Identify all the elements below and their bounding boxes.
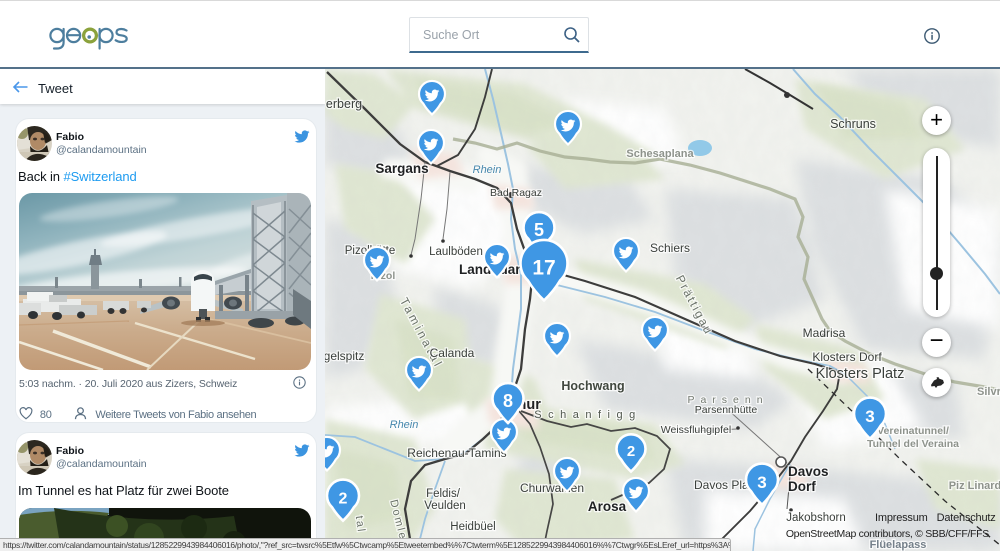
svg-text:Flüelapass: Flüelapass [870,539,927,551]
svg-text:Ringelspitz: Ringelspitz [325,349,364,363]
svg-text:Reichenau-Tamins: Reichenau-Tamins [407,446,506,460]
svg-text:Heidbüel: Heidbüel [450,521,495,533]
svg-text:Schesaplana: Schesaplana [626,148,694,160]
svg-text:Weissfluhgipfel: Weissfluhgipfel [661,424,731,436]
svg-text:Hochwang: Hochwang [561,379,624,393]
svg-text:Klosters Dorf: Klosters Dorf [812,350,882,364]
svg-text:8: 8 [503,391,513,411]
svg-text:Bad Ragaz: Bad Ragaz [490,187,542,199]
svg-text:Sargans: Sargans [375,161,428,176]
svg-text:5: 5 [534,220,544,240]
svg-text:2: 2 [339,491,348,508]
svg-text:Madrisa: Madrisa [803,326,846,340]
svg-text:Klosters Platz: Klosters Platz [816,366,905,382]
svg-text:Rhein: Rhein [473,164,502,176]
svg-text:Silvrett: Silvrett [977,386,1000,398]
svg-text:Schiers: Schiers [650,241,690,255]
svg-text:Piz Linard: Piz Linard [949,480,1000,492]
svg-text:3: 3 [865,407,874,426]
svg-text:Feldis/: Feldis/ [426,488,461,500]
svg-text:2: 2 [627,443,635,460]
svg-text:Calanda: Calanda [430,346,475,360]
svg-text:Jakobshorn: Jakobshorn [786,512,845,524]
svg-text:erberg: erberg [326,97,362,111]
svg-text:Laulböden: Laulböden [429,246,483,258]
svg-text:17: 17 [532,256,555,279]
svg-text:Schanfigg: Schanfigg [534,409,641,421]
svg-text:Tunnel del Veraina: Tunnel del Veraina [867,438,959,450]
svg-text:Davos: Davos [788,464,829,479]
svg-text:Parsennhütte: Parsennhütte [695,404,758,416]
svg-text:3: 3 [757,473,766,492]
svg-text:Arosa: Arosa [588,499,627,514]
svg-text:Schruns: Schruns [830,117,876,131]
svg-text:Dorf: Dorf [788,479,816,494]
svg-text:Veulden: Veulden [424,500,466,512]
svg-text:tal: tal [353,515,367,534]
svg-text:Vereinatunnel/: Vereinatunnel/ [877,425,949,437]
svg-text:Rhein: Rhein [390,419,419,431]
